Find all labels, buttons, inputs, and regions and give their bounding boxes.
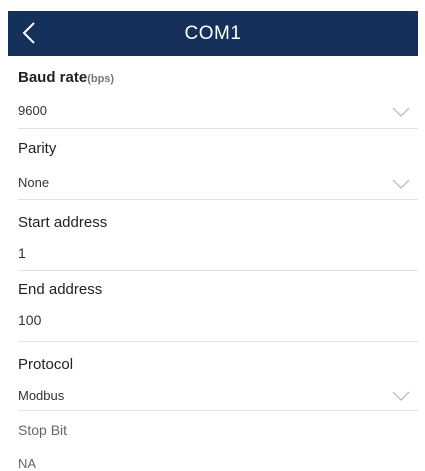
baud-rate-value[interactable]: 9600 (18, 103, 47, 118)
protocol-label: Protocol (18, 356, 74, 373)
app-header: COM1 (8, 11, 418, 56)
parity-value[interactable]: None (18, 175, 49, 190)
parity-label: Parity (18, 140, 57, 157)
stop-bit-value: NA (18, 456, 37, 471)
baud-rate-label: Baud rate(bps) (18, 69, 114, 86)
start-address-value[interactable]: 1 (18, 245, 26, 261)
protocol-row[interactable]: Protocol Modbus (18, 342, 418, 411)
start-address-row[interactable]: Start address 1 (18, 200, 418, 271)
parity-row[interactable]: Parity None (18, 129, 418, 200)
chevron-down-icon[interactable] (392, 391, 410, 401)
start-address-label: Start address (18, 214, 108, 231)
chevron-down-icon[interactable] (392, 107, 410, 117)
end-address-value[interactable]: 100 (18, 312, 41, 328)
baud-rate-unit: (bps) (87, 73, 115, 85)
baud-rate-row[interactable]: Baud rate(bps) 9600 (18, 56, 418, 129)
stop-bit-label: Stop Bit (18, 422, 68, 438)
page-title: COM1 (184, 23, 242, 44)
protocol-value[interactable]: Modbus (18, 388, 64, 403)
baud-rate-label-text: Baud rate (18, 69, 88, 86)
end-address-row[interactable]: End address 100 (18, 271, 418, 342)
stop-bit-row: Stop Bit NA (18, 411, 418, 471)
end-address-label: End address (18, 281, 103, 298)
com-settings-form: Baud rate(bps) 9600 Parity None Start ad… (18, 56, 418, 471)
chevron-down-icon[interactable] (392, 179, 410, 189)
